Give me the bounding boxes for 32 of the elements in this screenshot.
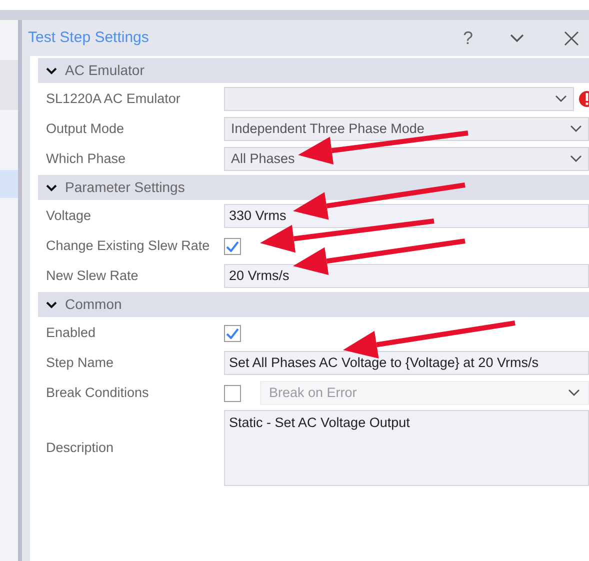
field-label: Description — [46, 438, 115, 457]
checkbox[interactable] — [224, 238, 241, 254]
chevron-icon — [46, 300, 57, 308]
description-textarea[interactable]: Static - Set AC Voltage Output — [224, 410, 589, 486]
chevron-icon — [46, 184, 57, 192]
field-label: New Slew Rate — [46, 266, 140, 285]
collapse-icon[interactable] — [510, 34, 524, 42]
field-label: Break Conditions — [46, 384, 150, 402]
section-header[interactable]: AC Emulator — [38, 58, 589, 83]
field-label: Enabled — [46, 324, 97, 342]
text-field[interactable]: 330 Vrms — [224, 204, 589, 228]
checkbox[interactable] — [224, 324, 241, 342]
field-label: Voltage — [46, 206, 92, 225]
dropdown[interactable]: All Phases — [224, 147, 589, 171]
chevron-icon — [570, 125, 582, 133]
field-label: Which Phase — [46, 150, 127, 168]
field-label: Step Name — [46, 354, 115, 372]
section-header[interactable]: Parameter Settings — [38, 175, 589, 200]
field-label: SL1220A AC Emulator — [46, 90, 182, 108]
field-label: Change Existing Slew Rate — [46, 236, 211, 255]
chevron-icon — [555, 95, 567, 103]
text-field[interactable]: 20 Vrms/s — [224, 264, 589, 288]
section-header[interactable]: Common — [38, 292, 589, 317]
chevron-icon — [568, 389, 580, 397]
chevron-icon — [570, 155, 582, 163]
panel-title: Test Step Settings — [28, 28, 150, 48]
dropdown[interactable]: Independent Three Phase Mode — [224, 117, 589, 141]
help-button[interactable]: ? — [458, 24, 478, 52]
chevron-icon — [46, 66, 57, 74]
field-label: Output Mode — [46, 120, 126, 138]
close-icon[interactable] — [564, 30, 579, 46]
text-field[interactable]: Set All Phases AC Voltage to {Voltage} at 20 Vrms/s — [224, 351, 589, 375]
